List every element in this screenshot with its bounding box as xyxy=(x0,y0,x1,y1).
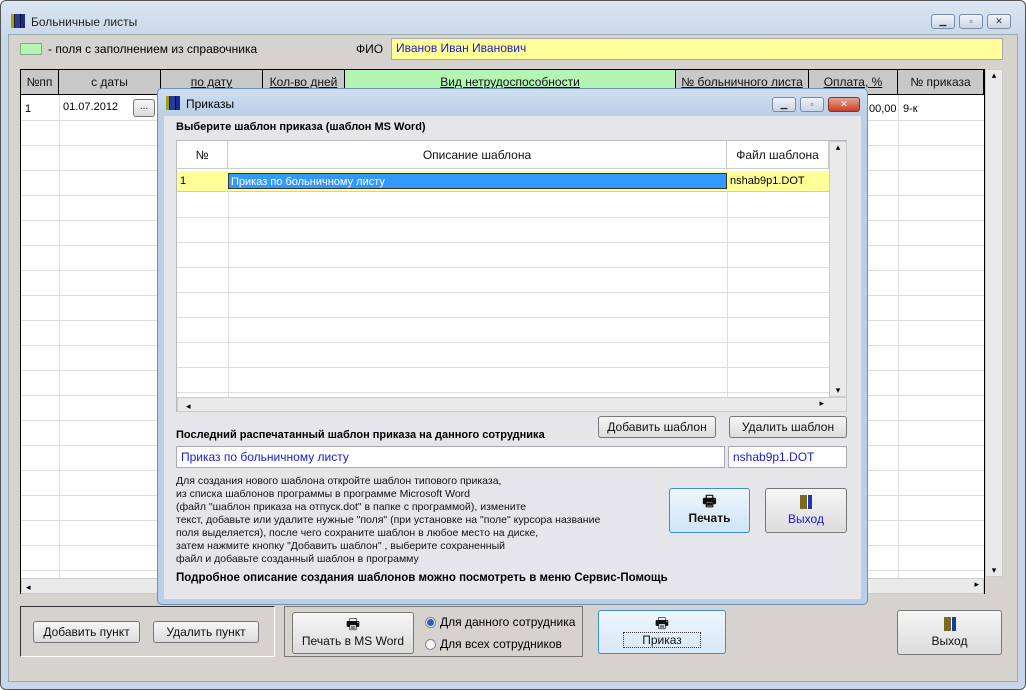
template-row-divider xyxy=(177,317,829,318)
radio-all-employees[interactable]: Для всех сотрудников xyxy=(425,637,562,651)
template-row-divider xyxy=(177,217,829,218)
add-template-button[interactable]: Добавить шаблон xyxy=(598,416,716,438)
print-word-label: Печать в MS Word xyxy=(301,634,405,648)
minimize-button[interactable]: ▁ xyxy=(931,14,955,29)
printer-icon: 🖶 xyxy=(345,616,361,633)
app-book-icon xyxy=(11,14,25,28)
date-picker-button[interactable]: ... xyxy=(133,99,155,117)
help-text: Для создания нового шаблона откройте шаб… xyxy=(176,475,601,565)
template-row-desc[interactable]: Приказ по больничному листу xyxy=(228,173,727,189)
printer-icon: 🖶 xyxy=(654,615,670,632)
row-from-date[interactable]: 01.07.2012 xyxy=(63,101,118,113)
print-template-button[interactable]: 🖶 Печать xyxy=(669,488,750,533)
last-printed-label: Последний распечатанный шаблон приказа н… xyxy=(176,429,545,441)
col-header-template-num[interactable]: № xyxy=(177,141,228,169)
dialog-book-icon xyxy=(166,96,180,110)
templates-vscroll[interactable]: ▴ ▾ xyxy=(829,141,847,397)
legend-swatch xyxy=(20,43,42,55)
maximize-button[interactable]: ▫ xyxy=(959,14,983,29)
fio-label: ФИО xyxy=(356,42,384,56)
template-row-divider xyxy=(177,367,829,368)
template-row-divider xyxy=(177,267,829,268)
template-row-num: 1 xyxy=(180,175,187,187)
order-label: Приказ xyxy=(623,632,701,648)
row-num: 1 xyxy=(25,103,32,115)
window-title: Больничные листы xyxy=(31,15,138,29)
print-label: Печать xyxy=(688,511,731,525)
col-header-description[interactable]: Описание шаблона xyxy=(228,141,727,169)
dialog-close-button[interactable]: ✕ xyxy=(828,97,860,112)
add-item-button[interactable]: Добавить пункт xyxy=(33,621,140,643)
templates-hscroll[interactable]: ◂ ▸ xyxy=(177,397,847,412)
templates-table: № Описание шаблона Файл шаблона 1 Приказ… xyxy=(176,140,847,412)
exit-door-icon xyxy=(943,617,956,631)
dialog-maximize-button[interactable]: ▫ xyxy=(800,97,824,112)
close-button[interactable]: ✕ xyxy=(987,14,1011,29)
dialog-minimize-button[interactable]: ▁ xyxy=(772,97,796,112)
row-order: 9-к xyxy=(903,103,918,115)
row-pay: 00,00 xyxy=(869,103,897,115)
delete-item-button[interactable]: Удалить пункт xyxy=(153,621,259,643)
template-row-divider xyxy=(177,392,829,393)
col-header-from[interactable]: с даты xyxy=(59,70,161,95)
help-bold-text: Подробное описание создания шаблонов мож… xyxy=(176,572,668,584)
legend-text: - поля с заполнением из справочника xyxy=(48,42,258,56)
last-template-desc-field[interactable]: Приказ по больничному листу xyxy=(176,446,725,468)
vertical-scrollbar[interactable]: ▴ ▾ xyxy=(985,69,1003,577)
choose-template-label: Выберите шаблон приказа (шаблон MS Word) xyxy=(176,121,426,133)
template-row-divider xyxy=(177,292,829,293)
radio-this-employee[interactable]: Для данного сотрудника xyxy=(425,615,575,629)
dialog-exit-button[interactable]: Выход xyxy=(765,488,847,533)
exit-button[interactable]: Выход xyxy=(897,610,1002,655)
order-button[interactable]: 🖶 Приказ xyxy=(598,610,726,654)
exit-label: Выход xyxy=(931,634,968,648)
fio-field[interactable]: Иванов Иван Иванович xyxy=(391,38,1003,60)
template-row-file: nshab9p1.DOT xyxy=(730,175,805,187)
col-header-num[interactable]: №пп xyxy=(21,70,59,95)
printer-icon: 🖶 xyxy=(702,493,717,510)
print-word-button[interactable]: 🖶 Печать в MS Word xyxy=(292,612,414,654)
dialog-title: Приказы xyxy=(186,97,235,111)
template-row-divider xyxy=(177,342,829,343)
last-template-file-field[interactable]: nshab9p1.DOT xyxy=(728,446,847,468)
delete-template-button[interactable]: Удалить шаблон xyxy=(729,416,847,438)
exit-door-icon xyxy=(800,495,812,509)
col-header-order[interactable]: № приказа xyxy=(898,70,984,95)
template-row[interactable]: 1 Приказ по больничному листу nshab9p1.D… xyxy=(177,171,829,192)
col-header-file[interactable]: Файл шаблона xyxy=(727,141,829,169)
dialog-exit-label: Выход xyxy=(788,512,824,526)
template-row-divider xyxy=(177,242,829,243)
